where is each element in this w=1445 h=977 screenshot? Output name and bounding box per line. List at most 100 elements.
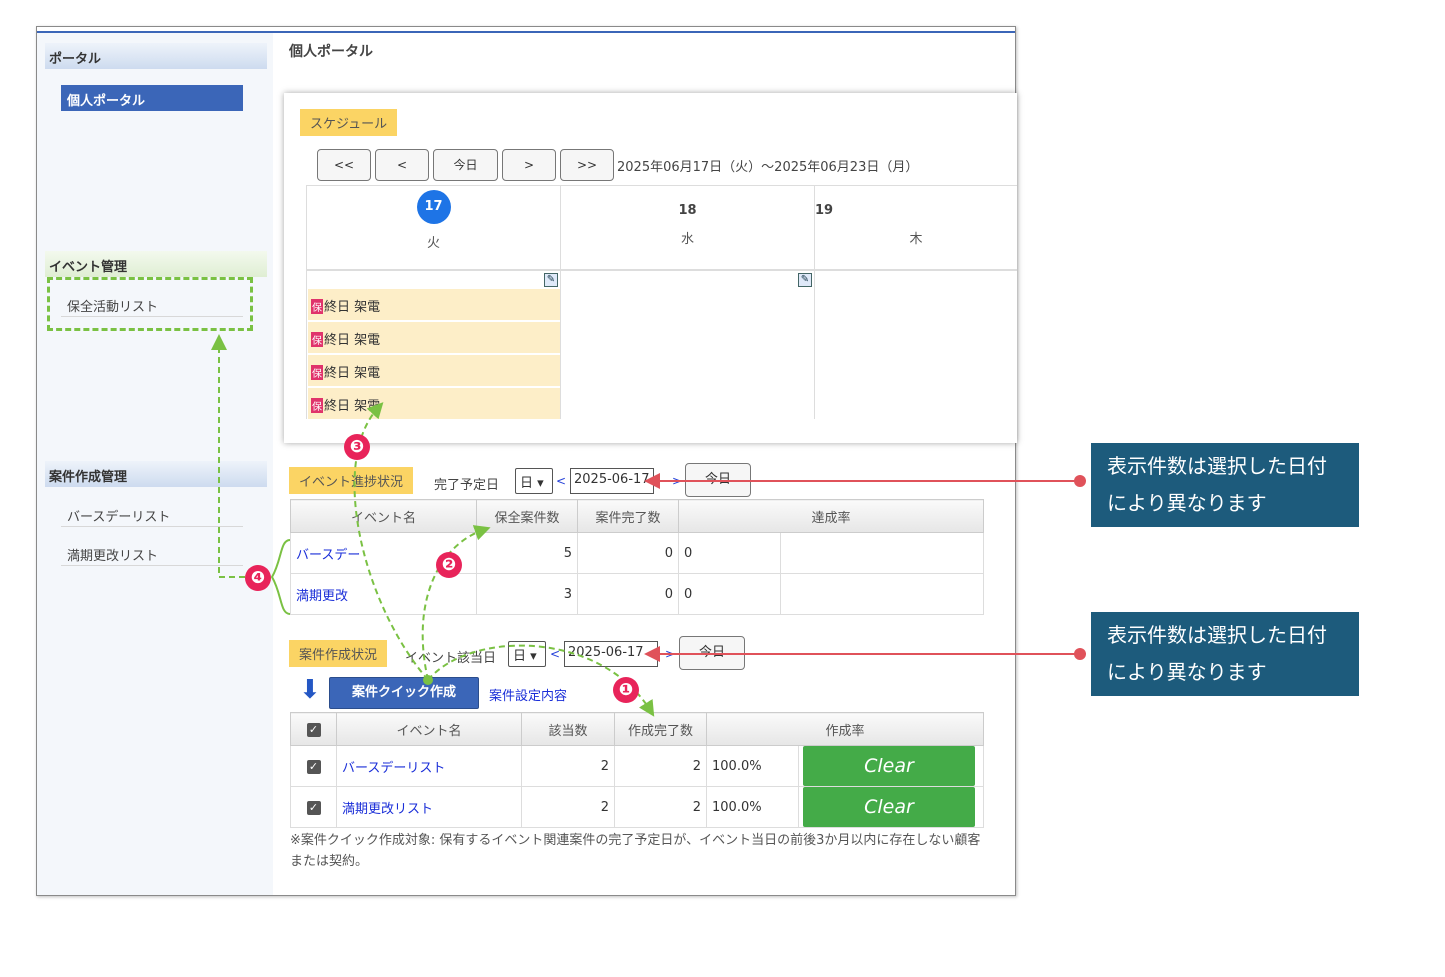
down-arrow-icon: ⬇ — [299, 675, 321, 705]
done-count: 2 — [614, 786, 707, 828]
table-header-row: ✓ イベント名 該当数 作成完了数 作成率 — [290, 712, 984, 746]
event-label: 終日 架電 — [324, 333, 381, 348]
clear-status-badge: Clear — [803, 746, 975, 786]
case-status-table: ✓ イベント名 該当数 作成完了数 作成率 ✓ バースデーリスト 2 2 100… — [290, 712, 984, 828]
event-progress-unit-select[interactable]: 日 ▾ — [515, 468, 553, 494]
chevron-down-icon: ▾ — [526, 649, 537, 664]
event-name-link[interactable]: 満期更改 — [290, 573, 477, 615]
case-status-unit-select[interactable]: 日 ▾ — [508, 641, 546, 667]
col-achievement-rate: 達成率 — [678, 499, 984, 533]
callout-box-2: 表示件数は選択した日付により異なります — [1091, 612, 1359, 696]
marker-4: ❹ — [245, 565, 271, 591]
day-column-17: 17 火 ✎ 保終日 架電 保終日 架電 保終日 架電 保終日 架電 — [306, 185, 560, 419]
done-count: 2 — [614, 745, 707, 787]
app-window: ポータル 個人ポータル イベント管理 保全活動リスト 案件作成管理 バースデーリ… — [36, 26, 1017, 896]
table-row: ✓ 満期更改リスト 2 2 100.0% Clear — [290, 786, 984, 828]
event-progress-prev-link[interactable]: < — [556, 474, 566, 488]
event-progress-next-link[interactable]: > — [672, 474, 682, 488]
calendar-event[interactable]: 保終日 架電 — [308, 289, 560, 320]
calendar-event[interactable]: 保終日 架電 — [308, 355, 560, 386]
event-type-badge: 保 — [311, 398, 323, 413]
page-title: 個人ポータル — [289, 44, 373, 60]
col-event-name: イベント名 — [290, 499, 477, 533]
schedule-tag: スケジュール — [300, 109, 398, 136]
nav-today-button[interactable]: 今日 — [433, 149, 498, 181]
schedule-range: 2025年06月17日（火）～2025年06月23日（月） — [617, 160, 919, 175]
calendar-event[interactable]: 保終日 架電 — [308, 388, 560, 419]
event-name-link[interactable]: バースデーリスト — [336, 745, 522, 787]
event-name-link[interactable]: 満期更改リスト — [336, 786, 522, 828]
case-status-date-input[interactable]: 2025-06-17 — [564, 641, 658, 667]
event-progress-date-input[interactable]: 2025-06-17 — [570, 468, 654, 494]
edit-icon[interactable]: ✎ — [798, 273, 812, 287]
event-progress-date-label: 完了予定日 — [434, 478, 500, 493]
day-number[interactable]: 18 — [561, 186, 814, 218]
case-status-prev-link[interactable]: < — [550, 647, 560, 661]
marker-3: ❸ — [344, 434, 370, 460]
col-creation-rate: 作成率 — [706, 712, 984, 746]
unit-value: 日 — [520, 476, 534, 491]
event-progress-table: イベント名 保全案件数 案件完了数 達成率 バースデー 5 0 0 満期更改 3… — [290, 499, 984, 615]
nav-prev-day-button[interactable]: < — [375, 149, 429, 181]
checkbox-checked-icon: ✓ — [306, 759, 321, 774]
sidebar-item-renewal-list[interactable]: 満期更改リスト — [61, 540, 243, 566]
callout-box-1: 表示件数は選択した日付により異なります — [1091, 443, 1359, 527]
day-number[interactable]: 19 — [815, 186, 1017, 218]
maintenance-count: 3 — [476, 573, 578, 615]
achievement-rate: 0 — [678, 573, 781, 615]
nav-prev-week-button[interactable]: << — [317, 149, 371, 181]
day-header: 17 火 — [307, 185, 560, 271]
today-date-badge[interactable]: 17 — [416, 190, 451, 224]
creation-rate: 100.0% — [706, 786, 799, 828]
quick-create-button[interactable]: 案件クイック作成 — [329, 677, 479, 709]
achievement-rate: 0 — [678, 532, 781, 574]
row-checkbox[interactable]: ✓ — [290, 745, 337, 787]
sidebar-header-case: 案件作成管理 — [45, 461, 267, 487]
calendar-event[interactable]: 保終日 架電 — [308, 322, 560, 353]
target-count: 2 — [521, 786, 615, 828]
status-cell: Clear — [798, 745, 984, 787]
table-header-row: イベント名 保全案件数 案件完了数 達成率 — [290, 499, 984, 533]
event-type-badge: 保 — [311, 299, 323, 314]
day-name: 火 — [426, 236, 440, 251]
event-label: 終日 架電 — [324, 399, 381, 414]
table-row: 満期更改 3 0 0 — [290, 573, 984, 615]
col-completed-count: 案件完了数 — [577, 499, 679, 533]
checkbox-checked-icon: ✓ — [306, 722, 321, 737]
case-status-today-button[interactable]: 今日 — [679, 636, 745, 670]
event-type-badge: 保 — [311, 332, 323, 347]
event-label: 終日 架電 — [324, 366, 381, 381]
schedule-panel: スケジュール << < 今日 > >> 2025年06月17日（火）～2025年… — [284, 93, 1017, 443]
row-checkbox[interactable]: ✓ — [290, 786, 337, 828]
col-done: 作成完了数 — [614, 712, 707, 746]
nav-next-week-button[interactable]: >> — [560, 149, 614, 181]
maintenance-count: 5 — [476, 532, 578, 574]
nav-next-day-button[interactable]: > — [502, 149, 556, 181]
table-row: ✓ バースデーリスト 2 2 100.0% Clear — [290, 745, 984, 787]
annotation-highlight-box — [47, 277, 253, 331]
event-progress-tag: イベント進捗状況 — [289, 467, 414, 494]
day-column-19: 19 木 — [814, 185, 1017, 419]
event-progress-today-button[interactable]: 今日 — [685, 463, 751, 497]
event-type-badge: 保 — [311, 365, 323, 380]
target-count: 2 — [521, 745, 615, 787]
quick-create-note: ※案件クイック作成対象: 保有するイベント関連案件の完了予定日が、イベント当日の… — [290, 833, 981, 869]
day-header: 18 水 — [561, 185, 814, 271]
sidebar-header-event: イベント管理 — [45, 251, 267, 277]
col-maintenance-count: 保全案件数 — [476, 499, 578, 533]
select-all-checkbox[interactable]: ✓ — [290, 712, 337, 746]
edit-icon[interactable]: ✎ — [544, 273, 558, 287]
sidebar-item-personal-portal[interactable]: 個人ポータル — [61, 85, 243, 111]
case-settings-link[interactable]: 案件設定内容 — [489, 685, 567, 704]
sidebar: ポータル 個人ポータル イベント管理 保全活動リスト 案件作成管理 バースデーリ… — [37, 33, 273, 895]
sidebar-item-birthday-list[interactable]: バースデーリスト — [61, 501, 243, 527]
table-row: バースデー 5 0 0 — [290, 532, 984, 574]
creation-rate: 100.0% — [706, 745, 799, 787]
clear-status-badge: Clear — [803, 787, 975, 827]
case-status-date-label: イベント該当日 — [405, 651, 497, 666]
col-count: 該当数 — [521, 712, 615, 746]
col-event-name: イベント名 — [336, 712, 522, 746]
marker-2: ❷ — [436, 552, 462, 578]
case-status-next-link[interactable]: > — [665, 647, 675, 661]
day-name: 水 — [680, 232, 694, 247]
